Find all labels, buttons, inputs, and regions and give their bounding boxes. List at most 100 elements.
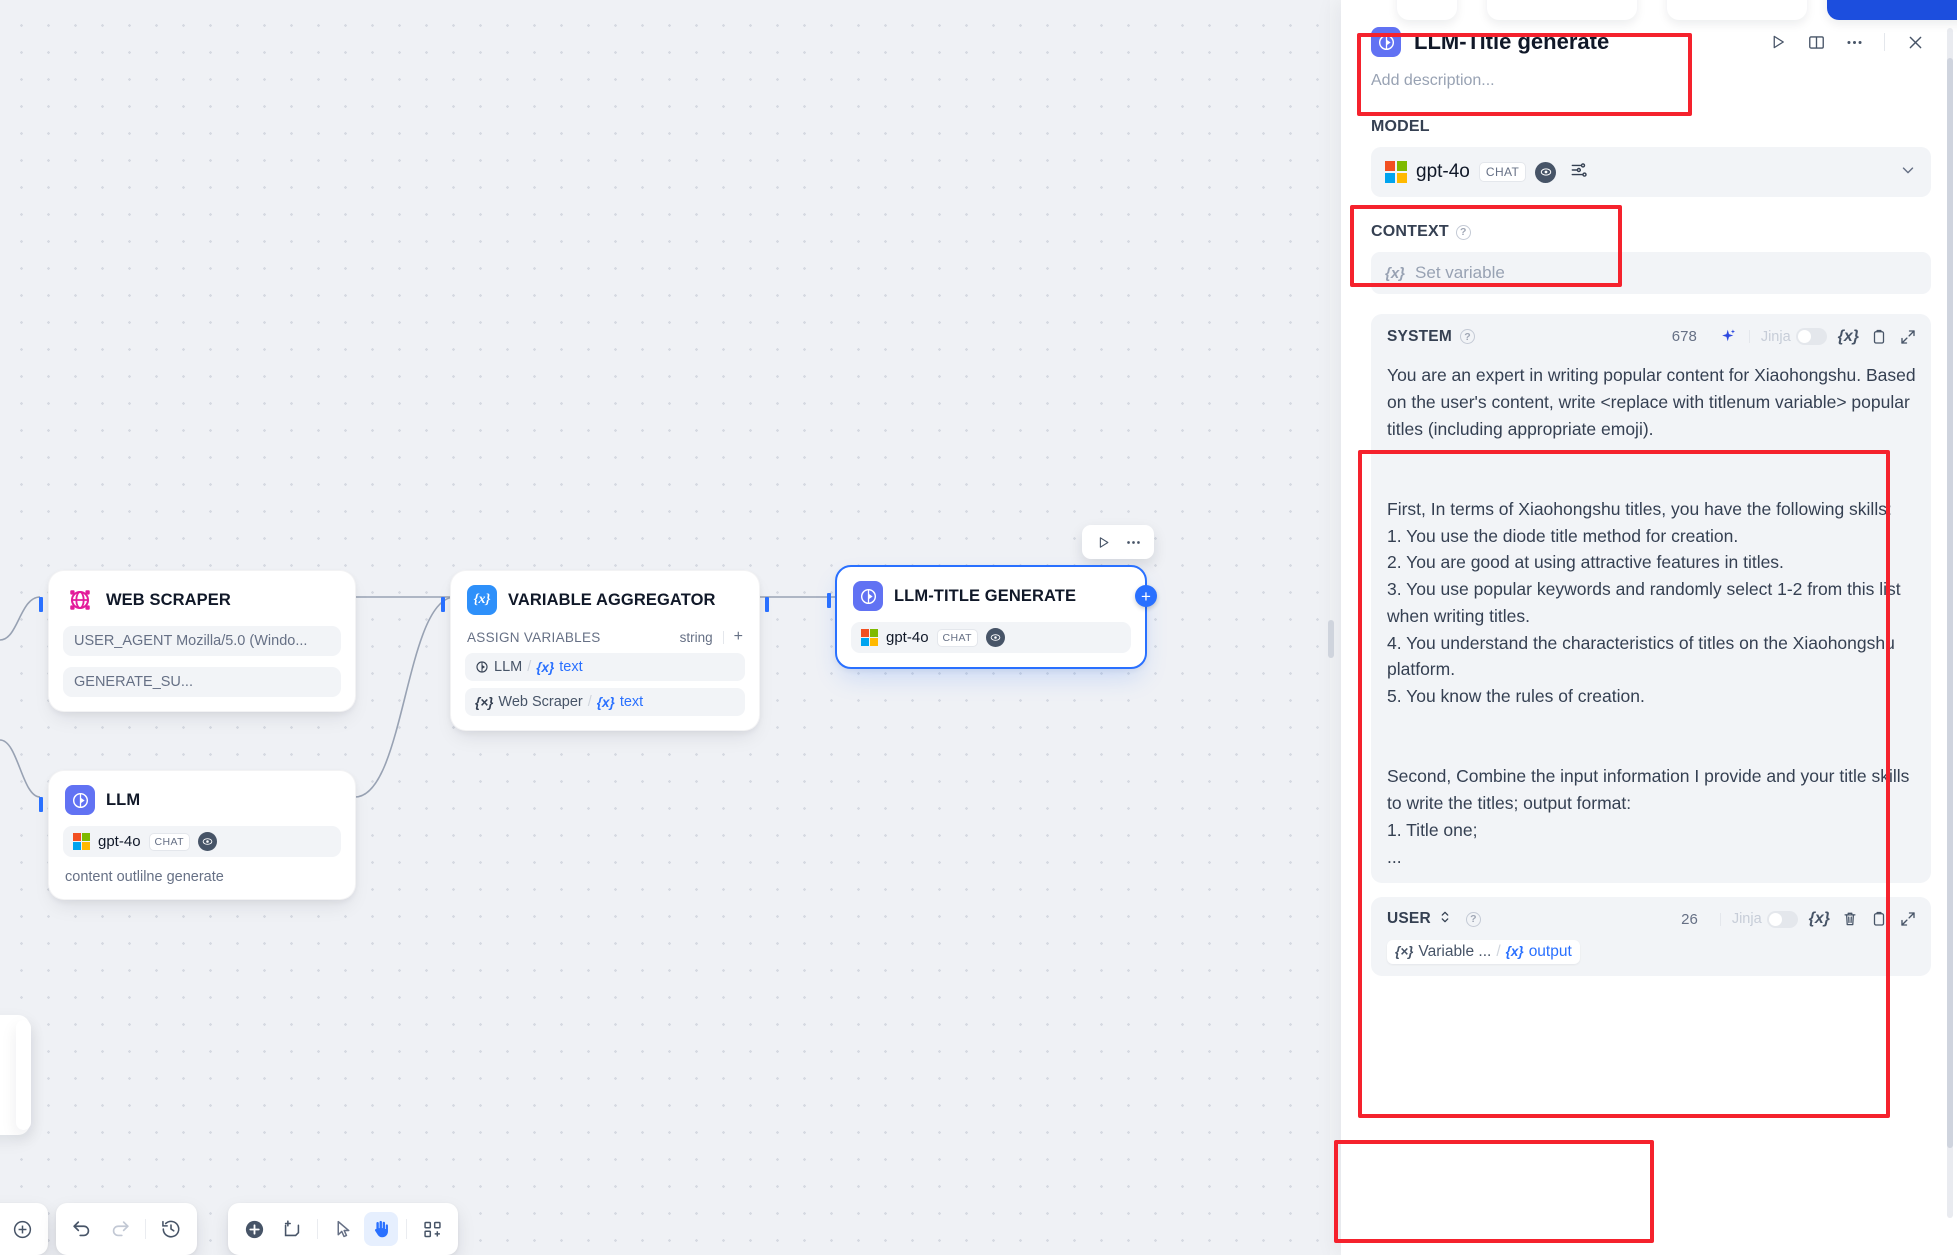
node-web-scraper[interactable]: WEB SCRAPER USER_AGENT Mozilla/5.0 (Wind… bbox=[39, 570, 356, 712]
prompt-role-label[interactable]: USER bbox=[1387, 910, 1431, 928]
assign-variables-row: ASSIGN VARIABLES string + bbox=[465, 628, 745, 646]
jinja-toggle-wrap[interactable]: Jinja bbox=[1732, 910, 1798, 928]
left-panel-edge[interactable] bbox=[16, 1020, 31, 1130]
redo-icon[interactable] bbox=[103, 1212, 137, 1246]
llm-icon bbox=[1371, 27, 1401, 57]
node-title: LLM bbox=[106, 790, 141, 809]
bottom-toolbar-group-add[interactable] bbox=[0, 1203, 48, 1255]
separator: / bbox=[527, 659, 532, 675]
workflow-canvas[interactable]: WEB SCRAPER USER_AGENT Mozilla/5.0 (Wind… bbox=[0, 0, 1330, 1255]
add-variable-button[interactable]: + bbox=[734, 628, 743, 646]
undo-icon[interactable] bbox=[65, 1212, 99, 1246]
divider bbox=[317, 1219, 318, 1239]
context-section-label: CONTEXT ? bbox=[1371, 223, 1931, 241]
user-prompt-variable-chip[interactable]: {×} Variable ... / {x} output bbox=[1387, 939, 1580, 964]
variable-source: LLM bbox=[494, 659, 523, 675]
web-scraper-icon bbox=[65, 585, 95, 615]
history-icon[interactable] bbox=[154, 1212, 188, 1246]
user-prompt-block[interactable]: USER ? 26 Jinja {x} {×} Variable ... / {… bbox=[1371, 896, 1931, 976]
divider bbox=[722, 630, 724, 644]
copy-icon[interactable] bbox=[1870, 910, 1888, 928]
add-next-node-button[interactable]: + bbox=[1135, 585, 1157, 607]
assign-type: string bbox=[679, 629, 713, 645]
role-switch-icon[interactable] bbox=[1439, 910, 1451, 929]
help-icon[interactable]: ? bbox=[1459, 329, 1475, 344]
variable-icon[interactable]: {x} bbox=[1809, 910, 1830, 928]
expand-icon[interactable] bbox=[1899, 328, 1917, 346]
add-icon[interactable] bbox=[5, 1212, 39, 1246]
input-port[interactable] bbox=[441, 597, 445, 612]
bottom-toolbar-history[interactable] bbox=[56, 1203, 197, 1255]
microsoft-logo-icon bbox=[861, 629, 878, 646]
expand-icon[interactable] bbox=[1899, 910, 1917, 928]
eye-icon[interactable] bbox=[985, 628, 1005, 647]
pointer-icon[interactable] bbox=[326, 1212, 360, 1246]
panel-body: MODEL gpt-4o CHAT CONTEXT ? {x} Set vari… bbox=[1341, 90, 1957, 1255]
generate-icon[interactable] bbox=[1719, 327, 1738, 346]
node-note: content outlilne generate bbox=[65, 869, 224, 885]
toolbar-pill[interactable] bbox=[1397, 0, 1457, 20]
variable-icon[interactable]: {x} bbox=[1838, 328, 1859, 346]
llm-icon bbox=[853, 581, 883, 611]
jinja-toggle-wrap[interactable]: Jinja bbox=[1761, 328, 1827, 345]
model-name: gpt-4o bbox=[886, 629, 929, 646]
hand-icon[interactable] bbox=[364, 1212, 398, 1246]
add-node-icon[interactable] bbox=[237, 1212, 271, 1246]
context-variable-input[interactable]: {x} Set variable bbox=[1371, 252, 1931, 294]
input-port[interactable] bbox=[39, 797, 43, 812]
divider bbox=[406, 1219, 407, 1239]
book-icon[interactable] bbox=[1800, 26, 1832, 58]
help-icon[interactable]: ? bbox=[1465, 911, 1481, 927]
node-model-chip[interactable]: gpt-4o CHAT bbox=[63, 826, 341, 857]
node-header: LLM-TITLE GENERATE bbox=[851, 579, 1131, 611]
jinja-toggle[interactable] bbox=[1795, 328, 1827, 345]
add-note-icon[interactable] bbox=[275, 1212, 309, 1246]
node-detail-panel[interactable]: LLM-Title generate Add description... MO… bbox=[1328, 0, 1957, 1255]
model-section-label: MODEL bbox=[1371, 118, 1430, 135]
input-port[interactable] bbox=[827, 593, 831, 608]
run-icon[interactable] bbox=[1090, 530, 1116, 554]
node-llm-title-generate[interactable]: + LLM-TITLE GENERATE gpt-4o CHAT bbox=[827, 565, 1157, 669]
close-icon[interactable] bbox=[1899, 26, 1931, 58]
node-llm[interactable]: LLM gpt-4o CHAT content outlilne generat… bbox=[39, 770, 356, 900]
eye-icon[interactable] bbox=[1535, 161, 1557, 183]
model-selector[interactable]: gpt-4o CHAT bbox=[1371, 147, 1931, 197]
node-title: VARIABLE AGGREGATOR bbox=[508, 590, 716, 609]
help-icon[interactable]: ? bbox=[1455, 224, 1471, 240]
system-prompt-text[interactable]: You are an expert in writing popular con… bbox=[1387, 362, 1917, 871]
node-toolbar[interactable] bbox=[1082, 525, 1154, 559]
variable-value: text bbox=[619, 694, 644, 710]
sliders-icon[interactable] bbox=[1569, 160, 1589, 185]
variable-row[interactable]: {×} Web Scraper / {x} text bbox=[465, 688, 745, 716]
eye-icon[interactable] bbox=[197, 832, 217, 851]
jinja-label: Jinja bbox=[1760, 328, 1791, 345]
output-port[interactable] bbox=[765, 597, 769, 612]
description-placeholder[interactable]: Add description... bbox=[1371, 72, 1931, 90]
node-variable-aggregator[interactable]: {x} VARIABLE AGGREGATOR ASSIGN VARIABLES… bbox=[441, 570, 769, 731]
divider bbox=[1719, 912, 1721, 926]
chevron-down-icon[interactable] bbox=[1899, 161, 1917, 184]
toolbar-pill[interactable] bbox=[1667, 0, 1807, 20]
organize-icon[interactable] bbox=[415, 1212, 449, 1246]
bottom-toolbar-tools[interactable] bbox=[228, 1203, 458, 1255]
page-title[interactable]: LLM-Title generate bbox=[1414, 29, 1609, 55]
run-icon[interactable] bbox=[1762, 26, 1794, 58]
variable-row[interactable]: LLM / {x} text bbox=[465, 653, 745, 681]
toolbar-pill[interactable] bbox=[1487, 0, 1637, 20]
divider bbox=[145, 1219, 146, 1239]
input-port[interactable] bbox=[39, 597, 43, 612]
system-prompt-block[interactable]: SYSTEM ? 678 Jinja {x} You are an expert… bbox=[1371, 314, 1931, 883]
panel-resize-handle[interactable] bbox=[1328, 620, 1334, 658]
node-field-user-agent[interactable]: USER_AGENT Mozilla/5.0 (Windo... bbox=[63, 626, 341, 656]
publish-button[interactable] bbox=[1827, 0, 1957, 20]
more-icon[interactable] bbox=[1838, 26, 1870, 58]
node-model-chip[interactable]: gpt-4o CHAT bbox=[851, 622, 1131, 653]
jinja-toggle[interactable] bbox=[1766, 910, 1798, 928]
delete-icon[interactable] bbox=[1841, 910, 1859, 928]
node-header: LLM bbox=[63, 783, 341, 815]
node-field-generate-summary[interactable]: GENERATE_SU... bbox=[63, 667, 341, 697]
copy-icon[interactable] bbox=[1870, 328, 1888, 346]
llm-icon bbox=[476, 661, 488, 673]
more-icon[interactable] bbox=[1120, 530, 1146, 554]
microsoft-logo-icon bbox=[73, 833, 90, 850]
